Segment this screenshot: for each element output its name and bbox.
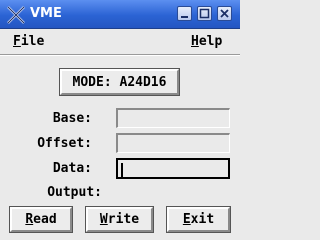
close-button[interactable]: [217, 6, 232, 21]
window-title: VME: [30, 6, 62, 21]
maximize-icon: [199, 8, 210, 19]
close-icon: [220, 9, 229, 18]
read-button[interactable]: Read: [9, 206, 73, 233]
minimize-icon: [181, 16, 188, 18]
text-caret: [121, 163, 123, 177]
base-input[interactable]: [116, 108, 230, 128]
output-label: Output:: [47, 185, 102, 200]
data-label: Data:: [52, 161, 92, 176]
mode-button[interactable]: MODE: A24D16: [59, 68, 180, 96]
offset-input[interactable]: [116, 133, 230, 153]
x-logo-icon[interactable]: [6, 6, 26, 24]
minimize-button[interactable]: [177, 6, 192, 21]
offset-label: Offset:: [37, 136, 92, 151]
menu-file[interactable]: File: [13, 34, 44, 49]
write-button[interactable]: Write: [85, 206, 154, 233]
base-label: Base:: [52, 111, 92, 126]
menu-bar: File Help: [0, 29, 240, 55]
maximize-button[interactable]: [197, 6, 212, 21]
title-bar[interactable]: VME: [0, 0, 240, 29]
menu-help[interactable]: Help: [191, 34, 222, 49]
exit-button[interactable]: Exit: [166, 206, 231, 233]
data-input[interactable]: [116, 158, 230, 179]
